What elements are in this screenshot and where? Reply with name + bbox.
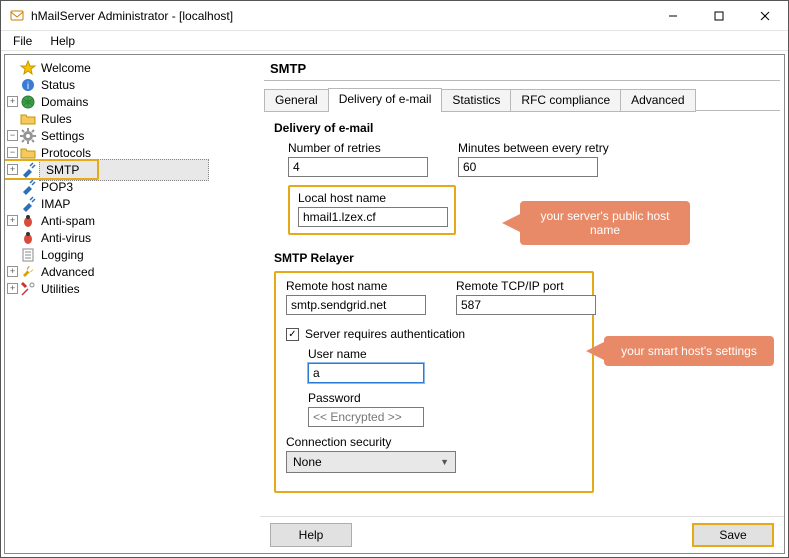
expand-icon[interactable]: + bbox=[7, 164, 18, 175]
tree-smtp-label: SMTP bbox=[39, 159, 209, 181]
tools-icon bbox=[20, 281, 36, 297]
connsec-value: None bbox=[293, 455, 322, 469]
delivery-heading: Delivery of e-mail bbox=[274, 121, 770, 135]
info-icon: i bbox=[20, 77, 36, 93]
folder-icon bbox=[20, 145, 36, 161]
menu-help[interactable]: Help bbox=[42, 32, 83, 50]
auth-label: Server requires authentication bbox=[305, 327, 465, 341]
remoteport-input[interactable] bbox=[456, 295, 596, 315]
minimize-button[interactable] bbox=[650, 1, 696, 31]
minutes-label: Minutes between every retry bbox=[458, 141, 609, 155]
collapse-icon[interactable]: − bbox=[7, 147, 18, 158]
maximize-button[interactable] bbox=[696, 1, 742, 31]
bug-icon bbox=[20, 230, 36, 246]
relayer-heading: SMTP Relayer bbox=[274, 251, 770, 265]
folder-icon bbox=[20, 111, 36, 127]
remoteport-label: Remote TCP/IP port bbox=[456, 279, 596, 293]
localhost-input[interactable] bbox=[298, 207, 448, 227]
plug-icon bbox=[20, 162, 36, 178]
expand-icon[interactable]: + bbox=[7, 96, 18, 107]
star-icon bbox=[20, 60, 36, 76]
auth-checkbox[interactable]: ✓ Server requires authentication bbox=[286, 327, 582, 341]
tree-rules[interactable]: Rules bbox=[7, 110, 257, 127]
remotehost-input[interactable] bbox=[286, 295, 426, 315]
tree-settings[interactable]: − Settings bbox=[7, 127, 257, 144]
tree-welcome[interactable]: Welcome bbox=[7, 59, 257, 76]
log-icon bbox=[20, 247, 36, 263]
menu-file[interactable]: File bbox=[5, 32, 40, 50]
chevron-down-icon: ▼ bbox=[440, 457, 449, 467]
username-input[interactable] bbox=[308, 363, 424, 383]
tree-pop3[interactable]: POP3 bbox=[7, 178, 257, 195]
check-icon: ✓ bbox=[286, 328, 299, 341]
gear-icon bbox=[20, 128, 36, 144]
localhost-label: Local host name bbox=[298, 191, 446, 205]
retries-input[interactable] bbox=[288, 157, 428, 177]
globe-icon bbox=[20, 94, 36, 110]
main-panel: SMTP General Delivery of e-mail Statisti… bbox=[260, 55, 784, 553]
collapse-icon[interactable]: − bbox=[7, 130, 18, 141]
wrench-icon bbox=[20, 264, 36, 280]
plug-icon bbox=[20, 179, 36, 195]
tree-domains[interactable]: + Domains bbox=[7, 93, 257, 110]
password-label: Password bbox=[308, 391, 582, 405]
help-button[interactable]: Help bbox=[270, 523, 352, 547]
tree-status[interactable]: i Status bbox=[7, 76, 257, 93]
retries-label: Number of retries bbox=[288, 141, 428, 155]
connsec-select[interactable]: None ▼ bbox=[286, 451, 456, 473]
remotehost-label: Remote host name bbox=[286, 279, 426, 293]
expand-icon[interactable]: + bbox=[7, 283, 18, 294]
window-title: hMailServer Administrator - [localhost] bbox=[31, 9, 650, 23]
tab-general[interactable]: General bbox=[264, 89, 329, 112]
tree-imap[interactable]: IMAP bbox=[7, 195, 257, 212]
tree-antispam[interactable]: + Anti-spam bbox=[7, 212, 257, 229]
callout-hostname: your server's public host name bbox=[520, 201, 690, 245]
minutes-input[interactable] bbox=[458, 157, 598, 177]
tab-statistics[interactable]: Statistics bbox=[441, 89, 511, 112]
tab-strip: General Delivery of e-mail Statistics RF… bbox=[264, 87, 780, 110]
expand-icon[interactable]: + bbox=[7, 266, 18, 277]
app-window: hMailServer Administrator - [localhost] … bbox=[0, 0, 789, 558]
menubar: File Help bbox=[1, 31, 788, 51]
panel-title: SMTP bbox=[260, 55, 784, 80]
expand-icon[interactable]: + bbox=[7, 215, 18, 226]
tree-advanced[interactable]: + Advanced bbox=[7, 263, 257, 280]
callout-smarthost: your smart host's settings bbox=[604, 336, 774, 366]
tab-advanced[interactable]: Advanced bbox=[620, 89, 695, 112]
username-label: User name bbox=[308, 347, 582, 361]
bug-icon bbox=[20, 213, 36, 229]
tab-rfc[interactable]: RFC compliance bbox=[510, 89, 621, 112]
close-button[interactable] bbox=[742, 1, 788, 31]
footer: Help Save bbox=[260, 516, 784, 553]
tree-logging[interactable]: Logging bbox=[7, 246, 257, 263]
svg-text:i: i bbox=[27, 81, 29, 92]
app-icon bbox=[9, 8, 25, 24]
tree-utilities[interactable]: + Utilities bbox=[7, 280, 257, 297]
tab-delivery[interactable]: Delivery of e-mail bbox=[328, 88, 443, 111]
nav-tree: Welcome i Status + Domains Rules bbox=[5, 55, 260, 553]
tree-antivirus[interactable]: Anti-virus bbox=[7, 229, 257, 246]
titlebar: hMailServer Administrator - [localhost] bbox=[1, 1, 788, 31]
tree-smtp[interactable]: + SMTP bbox=[7, 161, 257, 178]
password-input[interactable] bbox=[308, 407, 424, 427]
save-button[interactable]: Save bbox=[692, 523, 774, 547]
plug-icon bbox=[20, 196, 36, 212]
connsec-label: Connection security bbox=[286, 435, 582, 449]
relayer-group: Remote host name Remote TCP/IP port ✓ Se… bbox=[274, 271, 594, 493]
